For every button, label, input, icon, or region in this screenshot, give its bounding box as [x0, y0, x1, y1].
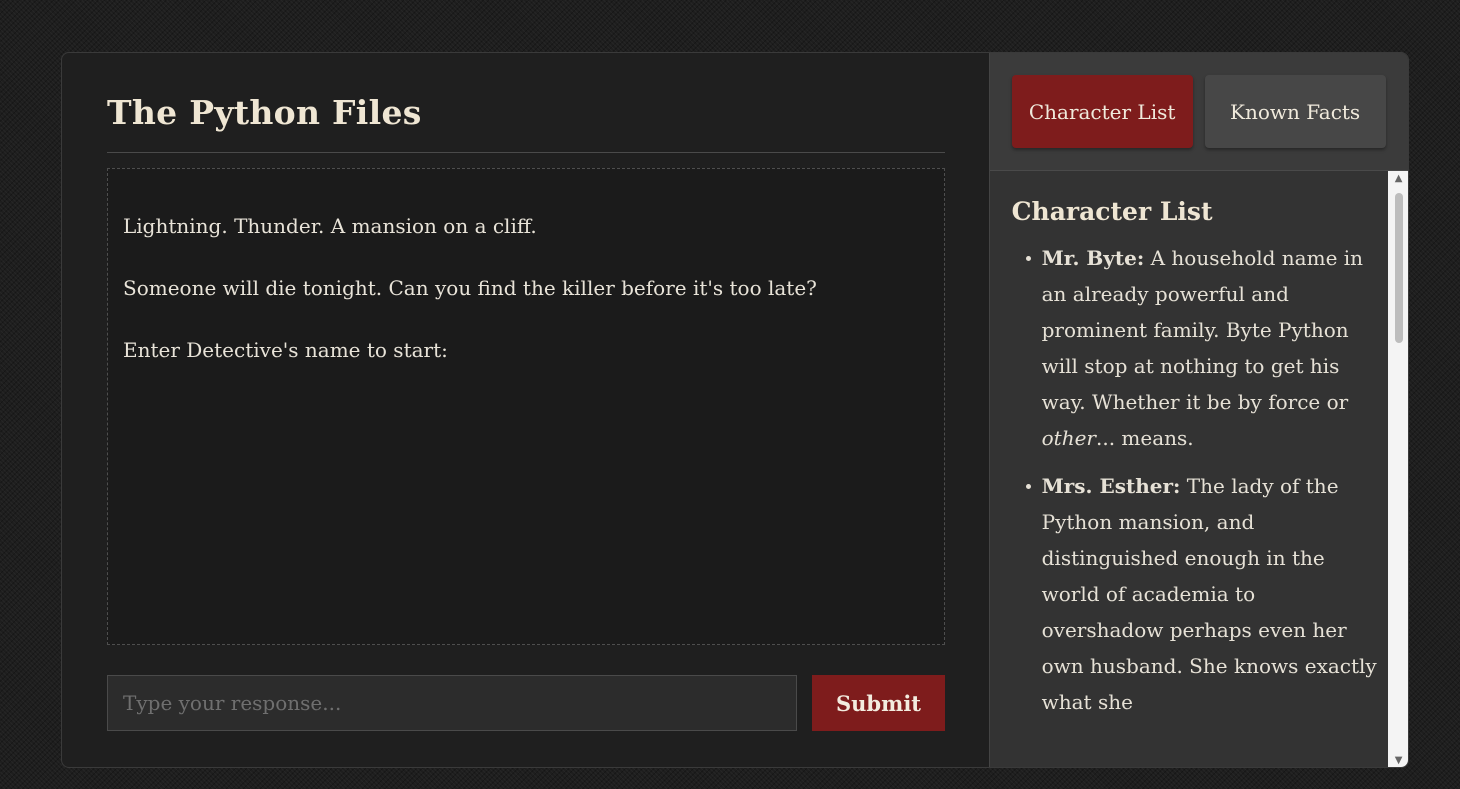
story-line: Lightning. Thunder. A mansion on a cliff… — [123, 214, 537, 238]
sidebar-tabs: Character List Known Facts — [989, 53, 1408, 171]
character-list: Mr. Byte: A household name in an already… — [1012, 240, 1380, 720]
tab-known-facts[interactable]: Known Facts — [1204, 75, 1386, 148]
character-description-end: ... means. — [1095, 426, 1194, 450]
scrollbar-thumb[interactable] — [1394, 193, 1403, 343]
sidebar-scroll-area[interactable]: Character List Mr. Byte: A household nam… — [990, 171, 1408, 767]
response-row: Submit — [107, 675, 945, 731]
character-description-emphasis: other — [1041, 426, 1096, 450]
submit-button[interactable]: Submit — [812, 675, 945, 731]
tab-character-list[interactable]: Character List — [1011, 75, 1193, 148]
story-output: Lightning. Thunder. A mansion on a cliff… — [107, 168, 945, 645]
character-description: A household name in an already powerful … — [1041, 246, 1364, 414]
title-divider — [107, 152, 945, 153]
game-window: The Python Files Lightning. Thunder. A m… — [61, 52, 1409, 768]
list-item: Mrs. Esther: The lady of the Python mans… — [1025, 468, 1380, 720]
main-panel: The Python Files Lightning. Thunder. A m… — [62, 53, 989, 767]
sidebar-scrollbar[interactable]: ▲ ▼ — [1387, 171, 1408, 767]
character-name: Mr. Byte: — [1041, 246, 1145, 270]
story-line: Someone will die tonight. Can you find t… — [123, 276, 817, 300]
page-title: The Python Files — [107, 93, 422, 132]
character-description: The lady of the Python mansion, and dist… — [1041, 474, 1377, 714]
sidebar-content: Character List Mr. Byte: A household nam… — [990, 171, 1408, 720]
chevron-up-icon[interactable]: ▲ — [1388, 171, 1408, 187]
sidebar: Character List Known Facts Character Lis… — [988, 53, 1408, 767]
response-input[interactable] — [107, 675, 797, 731]
story-line: Enter Detective's name to start: — [123, 338, 448, 362]
character-name: Mrs. Esther: — [1041, 474, 1181, 498]
sidebar-heading: Character List — [1011, 197, 1213, 226]
list-item: Mr. Byte: A household name in an already… — [1025, 240, 1380, 456]
chevron-down-icon[interactable]: ▼ — [1388, 753, 1408, 767]
